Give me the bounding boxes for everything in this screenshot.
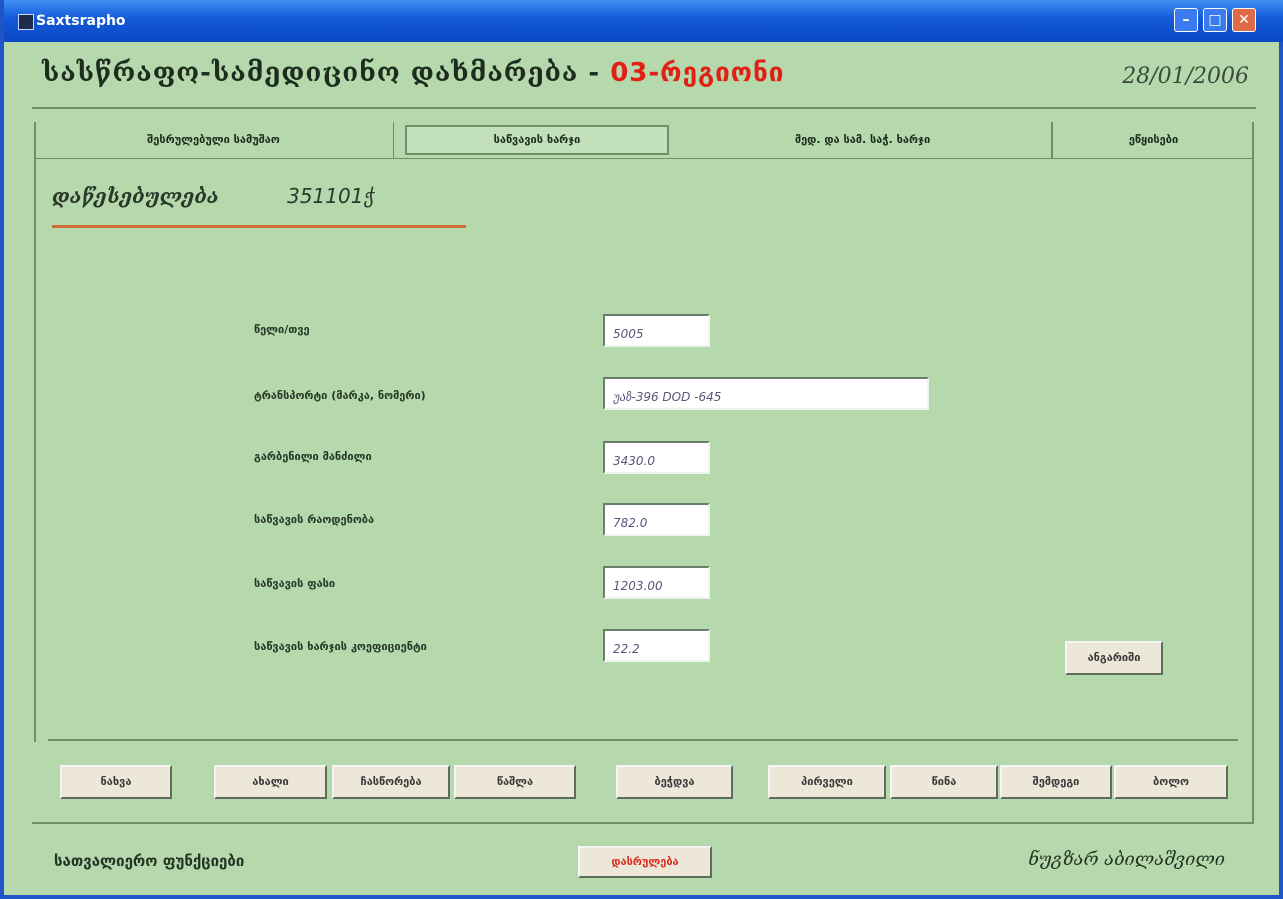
toolbar-divider	[48, 739, 1238, 741]
calculate-button[interactable]: ანგარიში	[1065, 641, 1163, 675]
header-date: 28/01/2006	[1122, 64, 1249, 89]
title-accent: 03-რეგიონი	[610, 58, 785, 88]
page-title: სასწრაფო-სამედიცინო დახმარება - 03-რეგიო…	[42, 58, 784, 88]
tab-bar: შესრულებული სამუშაო საწვავის ხარჯი მედ. …	[34, 122, 1254, 158]
exit-button[interactable]: დასრულება	[578, 846, 712, 878]
mileage-input[interactable]: 3430.0	[603, 441, 710, 474]
maximize-button[interactable]: □	[1203, 8, 1227, 32]
year-month-input[interactable]: 5005	[603, 314, 710, 347]
institution-underline	[52, 225, 466, 228]
field-label-transport: ტრანსპორტი (მარკა, ნომერი)	[254, 389, 426, 402]
title-main: სასწრაფო-სამედიცინო დახმარება -	[42, 58, 611, 88]
field-label-mileage: გარბენილი მანძილი	[254, 450, 372, 463]
edit-button[interactable]: ჩასწორება	[332, 765, 450, 799]
last-record-button[interactable]: ბოლო	[1114, 765, 1228, 799]
fuel-price-input[interactable]: 1203.00	[603, 566, 710, 599]
fuel-amount-input[interactable]: 782.0	[603, 503, 710, 536]
print-button[interactable]: ბეჭდვა	[616, 765, 733, 799]
delete-button[interactable]: წაშლა	[454, 765, 576, 799]
minimize-button[interactable]: –	[1174, 8, 1198, 32]
tab-underline	[34, 158, 1254, 159]
institution-code: 351101ჭ	[287, 184, 374, 208]
first-record-button[interactable]: პირველი	[768, 765, 886, 799]
field-label-fuel-coefficient: საწვავის ხარჯის კოეფიციენტი	[254, 640, 427, 653]
next-record-button[interactable]: შემდეგი	[1000, 765, 1112, 799]
status-left-text: სათვალიერო ფუნქციები	[54, 852, 245, 870]
status-divider	[32, 822, 1254, 824]
new-button[interactable]: ახალი	[214, 765, 327, 799]
transport-input[interactable]: უაზ-396 DOD -645	[603, 377, 929, 410]
title-bar[interactable]: Saxtsrapho – □ ✕	[4, 0, 1283, 42]
panel-left-border	[34, 122, 36, 742]
tab-medical-expense[interactable]: მედ. და სამ. საჭ. ხარჯი	[674, 122, 1052, 158]
app-icon	[18, 14, 34, 30]
institution-caption: დაწესებულება	[52, 184, 219, 208]
view-button[interactable]: ნახვა	[60, 765, 172, 799]
field-label-fuel-price: საწვავის ფასი	[254, 577, 336, 590]
main-window: Saxtsrapho – □ ✕ სასწრაფო-სამედიცინო დახ…	[0, 0, 1283, 899]
institution-label: დაწესებულება 351101ჭ	[52, 184, 374, 208]
panel-right-border	[1252, 122, 1254, 822]
field-label-year-month: წელი/თვე	[254, 323, 310, 336]
close-button[interactable]: ✕	[1232, 8, 1256, 32]
previous-record-button[interactable]: წინა	[890, 765, 998, 799]
fuel-coefficient-input[interactable]: 22.2	[603, 629, 710, 662]
field-label-fuel-amount: საწვავის რაოდენობა	[254, 513, 375, 526]
window-title: Saxtsrapho	[36, 13, 126, 29]
status-user-name: ნუგზარ აბილაშვილი	[1028, 849, 1225, 870]
tab-lists[interactable]: ეწყისები	[1052, 122, 1254, 158]
tab-fuel-expense[interactable]: საწვავის ხარჯი	[405, 125, 669, 155]
header-divider	[32, 107, 1256, 109]
tab-completed-work[interactable]: შესრულებული სამუშაო	[34, 122, 394, 158]
